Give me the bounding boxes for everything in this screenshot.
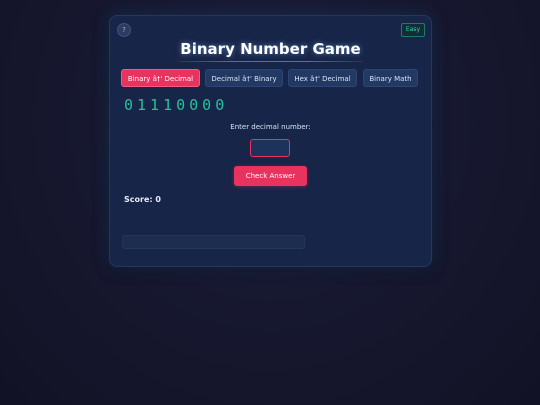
tab-binary-math[interactable]: Binary Math [363,69,418,87]
mode-tabs: Binary â†' Decimal Decimal â†' Binary He… [121,69,418,87]
tab-hex-to-decimal[interactable]: Hex â†' Decimal [288,69,357,87]
difficulty-button[interactable]: Easy [400,23,425,37]
binary-number-display: 01110000 [124,96,229,114]
title-underline [178,61,363,62]
score-display: Score: 0 [124,195,161,204]
feedback-box [122,235,305,249]
decimal-answer-input[interactable] [250,139,290,157]
page-title: Binary Number Game [180,40,361,58]
tab-binary-to-decimal[interactable]: Binary â†' Decimal [121,69,200,87]
help-button[interactable]: ? [117,23,131,37]
answer-prompt: Enter decimal number: [230,123,311,131]
game-card: ? Easy Binary Number Game Binary â†' Dec… [109,15,432,267]
tab-decimal-to-binary[interactable]: Decimal â†' Binary [205,69,283,87]
check-answer-button[interactable]: Check Answer [234,166,307,186]
